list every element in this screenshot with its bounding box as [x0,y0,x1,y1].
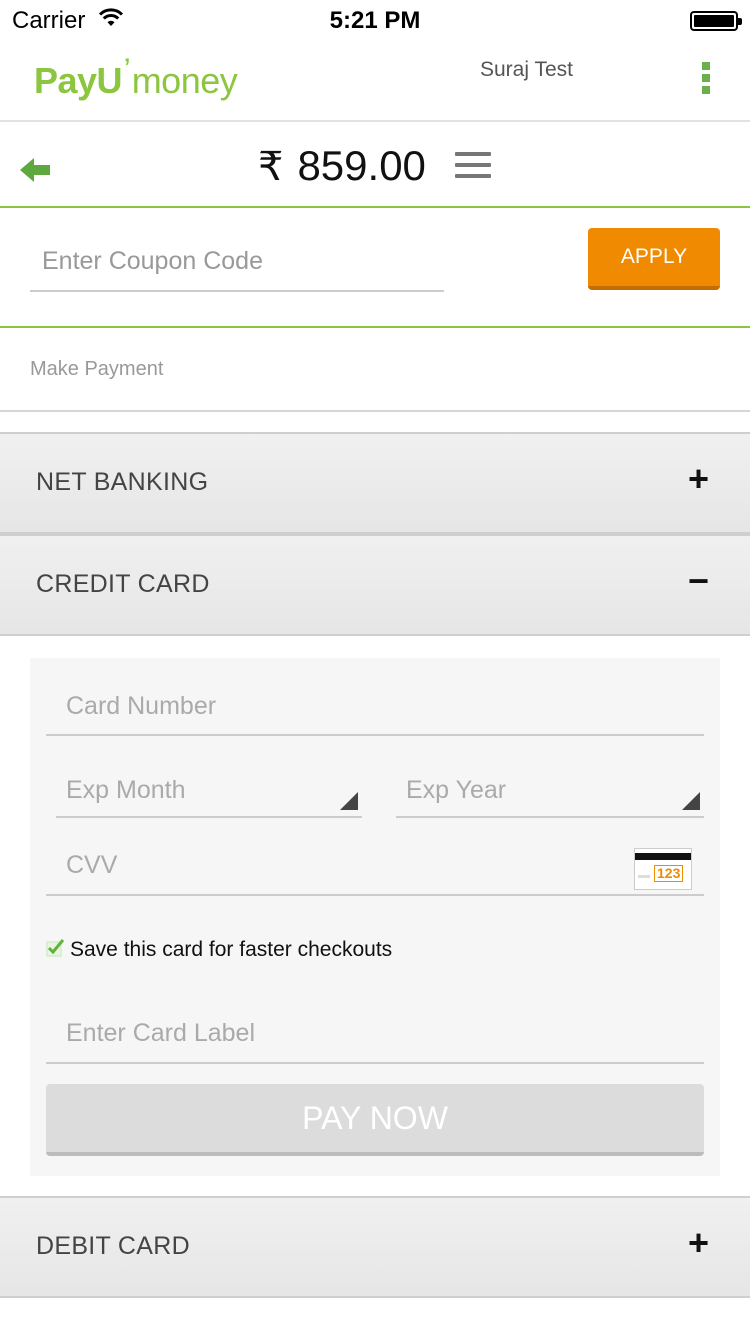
card-label-input[interactable] [46,1004,704,1064]
cvv-card-icon: 123 [634,848,692,890]
clock: 5:21 PM [329,7,421,34]
payment-amount: ₹859.00 [258,142,426,190]
battery-icon [690,11,742,31]
status-bar: Carrier 5:21 PM [0,0,750,40]
coupon-code-input[interactable] [30,232,444,292]
rupee-icon: ₹ [258,145,284,189]
amount-bar: ₹859.00 [0,122,750,208]
credit-card-section[interactable]: CREDIT CARD − [0,534,750,636]
overflow-menu-icon[interactable] [700,62,712,102]
make-payment-heading: Make Payment [0,328,750,412]
amount-value: 859.00 [297,142,426,189]
debit-card-section[interactable]: DEBIT CARD + [0,1196,750,1298]
app-header: PayU’money Suraj Test [0,40,750,122]
make-payment-label: Make Payment [30,358,164,380]
expand-plus-icon[interactable]: + [688,1222,709,1264]
payumoney-logo: PayU’money [34,54,238,101]
exp-month-select[interactable]: Exp Month [56,758,362,818]
cvv-input[interactable] [46,836,704,896]
section-label: DEBIT CARD [36,1232,190,1260]
pay-now-button[interactable]: PAY NOW [46,1084,704,1156]
section-label: CREDIT CARD [36,570,210,598]
save-card-label: Save this card for faster checkouts [70,938,393,961]
section-label: NET BANKING [36,468,209,496]
exp-year-select[interactable]: Exp Year [396,758,704,818]
dropdown-arrow-icon [682,792,700,810]
apply-coupon-button[interactable]: APPLY [588,228,720,290]
save-card-checkbox[interactable] [46,938,66,963]
coupon-section: APPLY [0,208,750,328]
back-arrow-icon[interactable] [20,156,52,189]
credit-card-form: Exp Month Exp Year 123 Save this card fo… [30,658,720,1176]
order-details-menu-icon[interactable] [455,152,491,185]
net-banking-section[interactable]: NET BANKING + [0,432,750,534]
user-name: Suraj Test [480,58,573,81]
card-number-input[interactable] [46,678,704,736]
collapse-minus-icon[interactable]: − [688,560,709,602]
expand-plus-icon[interactable]: + [688,458,709,500]
dropdown-arrow-icon [340,792,358,810]
